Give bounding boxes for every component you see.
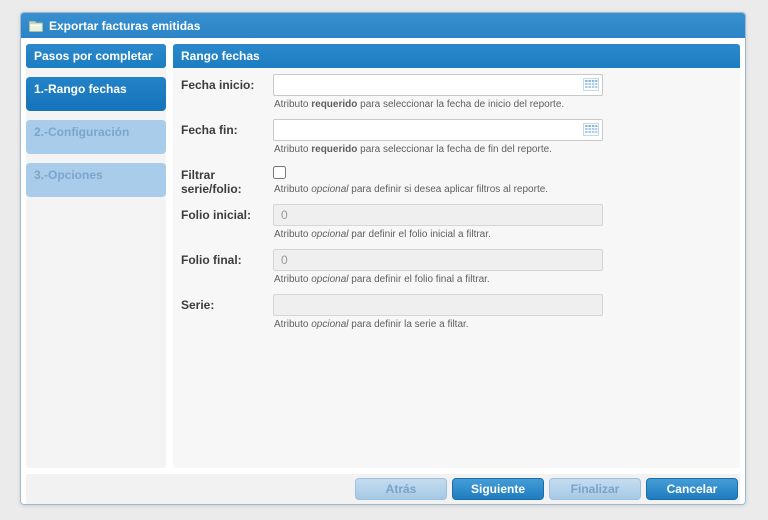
- atras-button: Atrás: [355, 478, 447, 500]
- field-fecha-fin: Fecha fin:: [181, 119, 730, 160]
- steps-header: Pasos por completar: [26, 44, 166, 68]
- field-folio-final: Folio final: Atributo opcional para defi…: [181, 249, 730, 290]
- serie-label: Serie:: [181, 294, 273, 335]
- filtrar-serie-folio-label: Filtrar serie/folio:: [181, 164, 273, 200]
- field-folio-inicial: Folio inicial: Atributo opcional par def…: [181, 204, 730, 245]
- serie-input: [273, 294, 603, 316]
- step-opciones: 3.-Opciones: [26, 163, 166, 197]
- field-filtrar-serie-folio: Filtrar serie/folio: Atributo opcional p…: [181, 164, 730, 200]
- wizard-footer: Atrás Siguiente Finalizar Cancelar: [26, 474, 740, 504]
- filtrar-serie-folio-checkbox[interactable]: [273, 166, 286, 179]
- folio-inicial-help: Atributo opcional par definir el folio i…: [274, 229, 603, 240]
- finalizar-button: Finalizar: [549, 478, 641, 500]
- filtrar-serie-folio-help: Atributo opcional para definir si desea …: [274, 184, 548, 195]
- step-configuracion: 2.-Configuración: [26, 120, 166, 154]
- fecha-fin-help: Atributo requerido para seleccionar la f…: [274, 144, 603, 155]
- steps-sidebar: Pasos por completar 1.-Rango fechas 2.-C…: [26, 44, 166, 468]
- export-dialog: Exportar facturas emitidas Pasos por com…: [20, 12, 746, 505]
- calendar-icon[interactable]: [583, 123, 599, 136]
- cancelar-button[interactable]: Cancelar: [646, 478, 738, 500]
- field-fecha-inicio: Fecha inicio:: [181, 74, 730, 115]
- fecha-fin-input[interactable]: [273, 119, 603, 141]
- serie-help: Atributo opcional para definir la serie …: [274, 319, 603, 330]
- folder-icon: [29, 20, 43, 32]
- field-serie: Serie: Atributo opcional para definir la…: [181, 294, 730, 335]
- step-rango-fechas[interactable]: 1.-Rango fechas: [26, 77, 166, 111]
- date-range-form: Fecha inicio:: [173, 68, 740, 335]
- dialog-title: Exportar facturas emitidas: [49, 19, 200, 33]
- panel-header: Rango fechas: [173, 44, 740, 68]
- fecha-inicio-help: Atributo requerido para seleccionar la f…: [274, 99, 603, 110]
- calendar-icon[interactable]: [583, 78, 599, 91]
- folio-final-label: Folio final:: [181, 249, 273, 290]
- folio-inicial-label: Folio inicial:: [181, 204, 273, 245]
- dialog-titlebar: Exportar facturas emitidas: [21, 13, 745, 38]
- fecha-inicio-input[interactable]: [273, 74, 603, 96]
- main-panel: Rango fechas Fecha inicio:: [173, 44, 740, 468]
- fecha-fin-label: Fecha fin:: [181, 119, 273, 160]
- folio-final-input: [273, 249, 603, 271]
- folio-inicial-input: [273, 204, 603, 226]
- siguiente-button[interactable]: Siguiente: [452, 478, 544, 500]
- fecha-inicio-label: Fecha inicio:: [181, 74, 273, 115]
- folio-final-help: Atributo opcional para definir el folio …: [274, 274, 603, 285]
